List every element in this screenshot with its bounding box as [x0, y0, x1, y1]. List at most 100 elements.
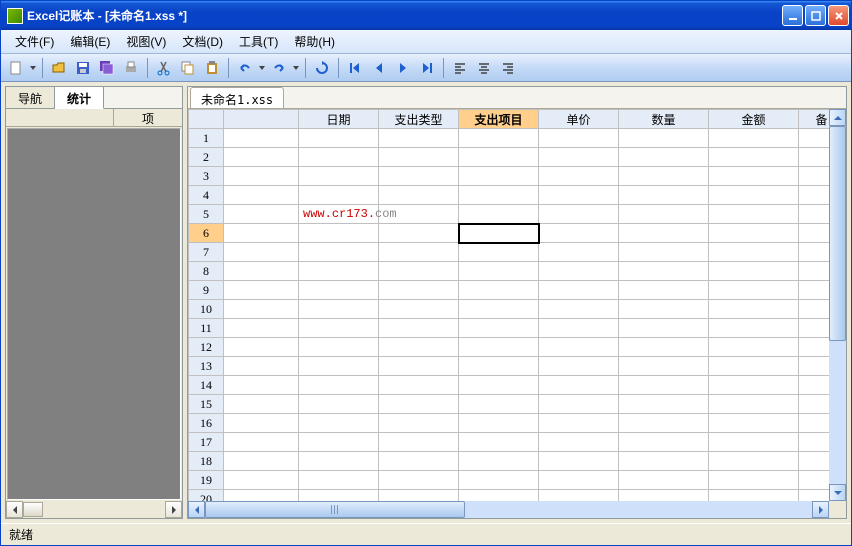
cell[interactable] — [799, 376, 830, 395]
cell[interactable] — [619, 148, 709, 167]
hscroll-left[interactable] — [188, 501, 205, 518]
cell[interactable] — [459, 433, 539, 452]
cell[interactable] — [379, 300, 459, 319]
cell[interactable] — [299, 319, 379, 338]
cell[interactable] — [709, 490, 799, 502]
cell[interactable] — [379, 414, 459, 433]
row-header[interactable]: 13 — [189, 357, 224, 376]
cell[interactable] — [459, 224, 539, 243]
cell[interactable] — [539, 167, 619, 186]
col-header-b[interactable]: 日期 — [299, 110, 379, 129]
align-left-button[interactable] — [449, 57, 471, 79]
side-scroll-right[interactable] — [165, 501, 182, 518]
cell[interactable] — [619, 205, 709, 224]
cell[interactable] — [459, 490, 539, 502]
menu-view[interactable]: 视图(V) — [118, 31, 174, 52]
cell[interactable] — [709, 186, 799, 205]
cell[interactable] — [379, 452, 459, 471]
cell[interactable] — [619, 376, 709, 395]
col-header-g[interactable]: 金额 — [709, 110, 799, 129]
tab-stats[interactable]: 统计 — [55, 87, 104, 109]
cell[interactable] — [224, 148, 299, 167]
side-scroll-left[interactable] — [6, 501, 23, 518]
cell[interactable] — [299, 357, 379, 376]
cell[interactable] — [299, 281, 379, 300]
minimize-button[interactable] — [782, 5, 803, 26]
titlebar[interactable]: Excel记账本 - [未命名1.xss *] — [1, 1, 851, 30]
cell[interactable]: www.cr173.com — [299, 205, 379, 224]
cell[interactable] — [299, 224, 379, 243]
cell[interactable] — [539, 262, 619, 281]
corner-cell[interactable] — [189, 110, 224, 129]
cell[interactable] — [619, 452, 709, 471]
maximize-button[interactable] — [805, 5, 826, 26]
row-header[interactable]: 14 — [189, 376, 224, 395]
cell[interactable] — [299, 490, 379, 502]
cell[interactable] — [459, 395, 539, 414]
side-content[interactable] — [7, 128, 181, 500]
cell[interactable] — [459, 357, 539, 376]
cell[interactable] — [224, 300, 299, 319]
row-header[interactable]: 1 — [189, 129, 224, 148]
cell[interactable] — [224, 338, 299, 357]
cell[interactable] — [709, 243, 799, 262]
col-header-e[interactable]: 单价 — [539, 110, 619, 129]
cell[interactable] — [459, 376, 539, 395]
row-header[interactable]: 20 — [189, 490, 224, 502]
cell[interactable] — [799, 357, 830, 376]
cell[interactable] — [459, 262, 539, 281]
cell[interactable] — [539, 357, 619, 376]
cell[interactable] — [539, 300, 619, 319]
col-header-c[interactable]: 支出类型 — [379, 110, 459, 129]
cell[interactable] — [224, 129, 299, 148]
menu-help[interactable]: 帮助(H) — [286, 31, 343, 52]
cell[interactable] — [379, 395, 459, 414]
row-header[interactable]: 6 — [189, 224, 224, 243]
cell[interactable] — [619, 471, 709, 490]
cell[interactable] — [539, 281, 619, 300]
cell[interactable] — [224, 414, 299, 433]
side-scroll-thumb[interactable] — [23, 502, 43, 517]
cell[interactable] — [224, 224, 299, 243]
cell[interactable] — [379, 262, 459, 281]
cell[interactable] — [379, 338, 459, 357]
refresh-button[interactable] — [311, 57, 333, 79]
hscroll[interactable] — [188, 501, 829, 518]
cell[interactable] — [379, 376, 459, 395]
cell[interactable] — [459, 186, 539, 205]
tab-nav[interactable]: 导航 — [6, 87, 55, 108]
cell[interactable] — [799, 452, 830, 471]
cell[interactable] — [459, 243, 539, 262]
cell[interactable] — [619, 224, 709, 243]
cell[interactable] — [379, 281, 459, 300]
cell[interactable] — [299, 167, 379, 186]
align-center-button[interactable] — [473, 57, 495, 79]
cell[interactable] — [539, 376, 619, 395]
cell[interactable] — [619, 186, 709, 205]
cell[interactable] — [299, 433, 379, 452]
cell[interactable] — [459, 148, 539, 167]
save-button[interactable] — [72, 57, 94, 79]
cell[interactable] — [799, 167, 830, 186]
cell[interactable] — [539, 205, 619, 224]
print-button[interactable] — [120, 57, 142, 79]
cell[interactable] — [224, 281, 299, 300]
row-header[interactable]: 8 — [189, 262, 224, 281]
cell[interactable] — [224, 395, 299, 414]
cell[interactable] — [459, 452, 539, 471]
undo-button[interactable] — [234, 57, 256, 79]
cell[interactable] — [224, 433, 299, 452]
cell[interactable] — [619, 300, 709, 319]
side-hscroll[interactable] — [6, 501, 182, 518]
cell[interactable] — [299, 376, 379, 395]
menu-doc[interactable]: 文档(D) — [174, 31, 231, 52]
cell[interactable] — [459, 167, 539, 186]
cell[interactable] — [379, 243, 459, 262]
cell[interactable] — [799, 186, 830, 205]
vscroll-down[interactable] — [829, 484, 846, 501]
cell[interactable] — [619, 262, 709, 281]
cell[interactable] — [299, 262, 379, 281]
cell[interactable] — [709, 129, 799, 148]
menu-tool[interactable]: 工具(T) — [231, 31, 286, 52]
cell[interactable] — [224, 167, 299, 186]
